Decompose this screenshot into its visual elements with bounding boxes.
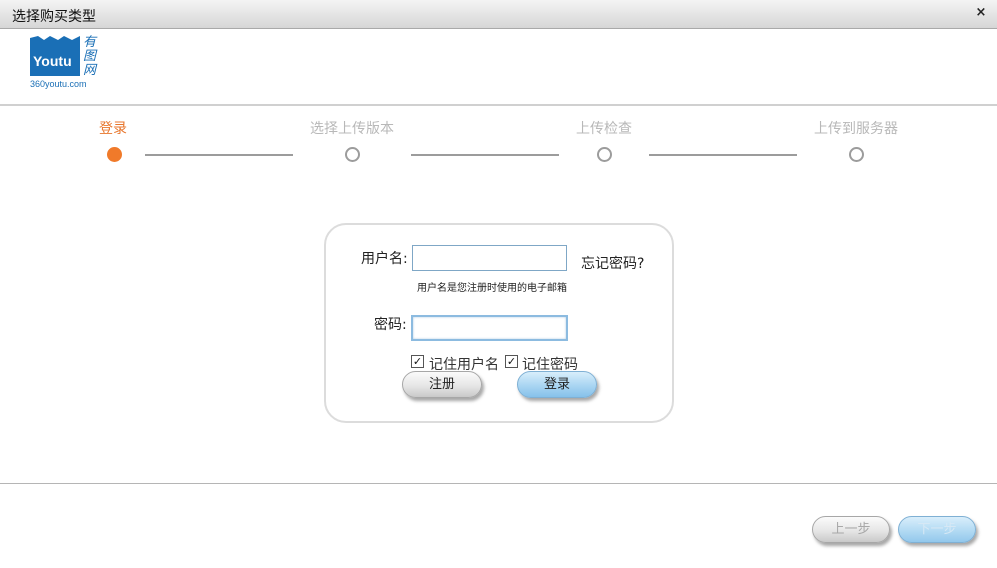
window-title: 选择购买类型: [12, 9, 96, 25]
footer-divider: [0, 483, 997, 484]
step-label-upload-check: 上传检查: [576, 121, 632, 137]
step-connector: [411, 154, 559, 156]
username-hint: 用户名是您注册时使用的电子邮箱: [417, 283, 567, 294]
next-step-button[interactable]: 下一步: [898, 516, 976, 543]
header-divider: [0, 104, 997, 106]
step-dot-select-version: [345, 147, 360, 162]
close-icon[interactable]: ×: [973, 5, 989, 21]
remember-username-checkbox[interactable]: ✓: [411, 355, 424, 368]
register-button[interactable]: 注册: [402, 371, 482, 398]
username-label: 用户名:: [361, 251, 408, 267]
remember-password-checkbox[interactable]: ✓: [505, 355, 518, 368]
password-label: 密码:: [374, 317, 407, 333]
step-connector: [145, 154, 293, 156]
forgot-password-link[interactable]: 忘记密码?: [581, 253, 644, 273]
step-label-login: 登录: [99, 121, 127, 137]
logo-wordmark: Youtu: [33, 53, 72, 69]
step-dot-upload-server: [849, 147, 864, 162]
username-input[interactable]: [412, 245, 567, 271]
password-input[interactable]: [411, 315, 568, 341]
youtu-logo: Youtu 有图网 360youtu.com: [30, 36, 102, 92]
step-dot-upload-check: [597, 147, 612, 162]
logo-chinese-mark: 有图网: [83, 35, 97, 78]
logo-url: 360youtu.com: [30, 79, 87, 89]
step-label-select-version: 选择上传版本: [310, 121, 394, 137]
step-dot-login: [107, 147, 122, 162]
prev-step-button[interactable]: 上一步: [812, 516, 890, 543]
step-connector: [649, 154, 797, 156]
login-button[interactable]: 登录: [517, 371, 597, 398]
step-label-upload-server: 上传到服务器: [814, 121, 898, 137]
window-titlebar: 选择购买类型 ×: [0, 0, 997, 29]
